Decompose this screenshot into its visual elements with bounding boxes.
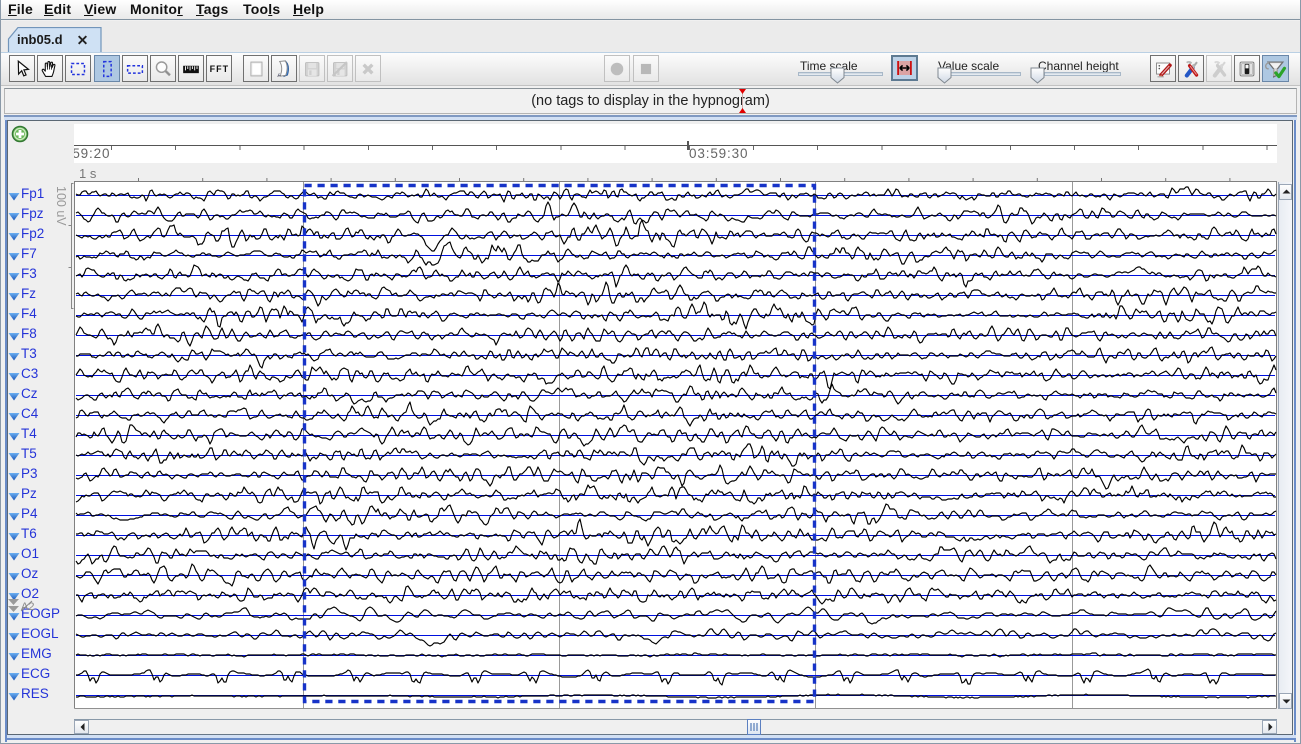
- svg-text:A2: A2: [21, 601, 34, 613]
- svg-text:100 uV: 100 uV: [54, 186, 68, 226]
